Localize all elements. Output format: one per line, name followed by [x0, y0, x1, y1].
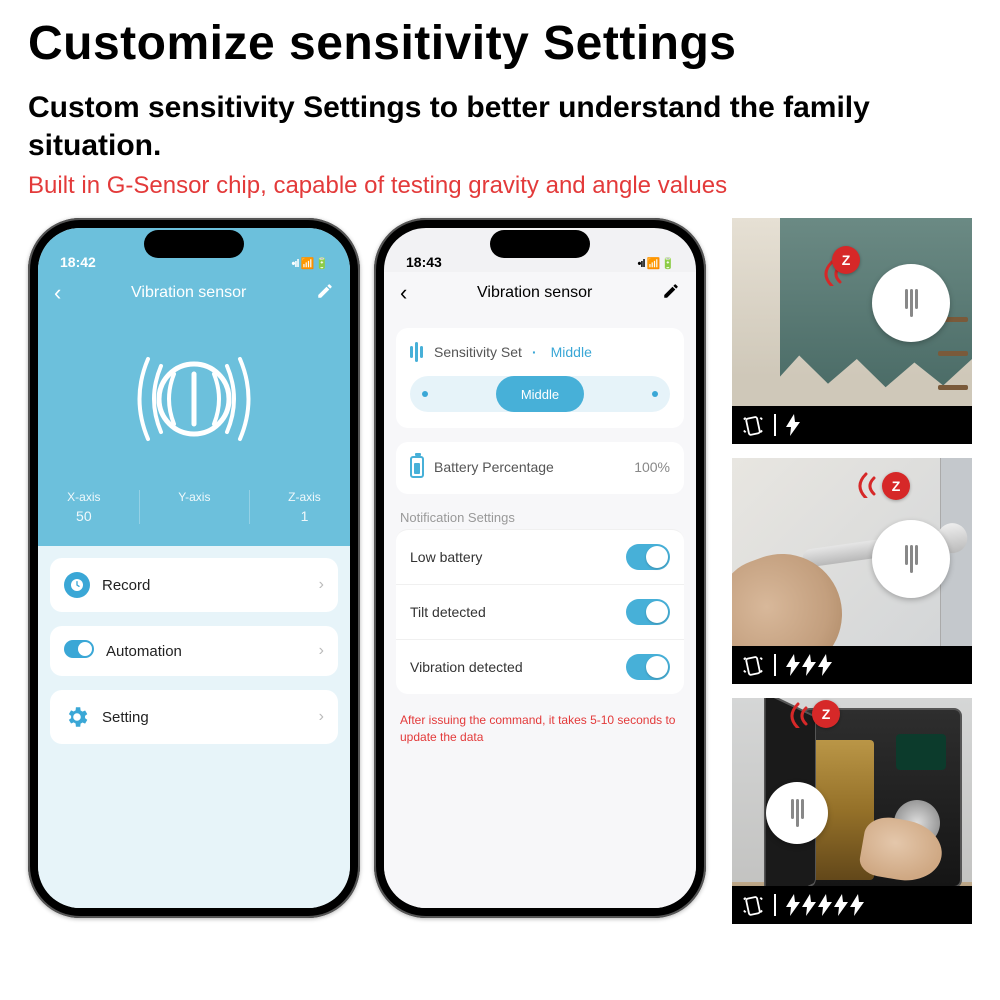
vibration-label: Vibration detected [410, 659, 523, 675]
signal-waves-icon [844, 468, 884, 498]
scene-curtain: Z [732, 218, 972, 444]
scene-door: Z [732, 458, 972, 684]
dynamic-island [490, 230, 590, 258]
automation-row[interactable]: Automation › [50, 626, 338, 676]
status-time: 18:42 [60, 254, 120, 270]
setting-label: Setting [102, 709, 149, 726]
vibration-bars-icon [905, 545, 918, 573]
bolt-icon [802, 654, 816, 676]
phone-settings: 18:43 •ıl 📶 🔋 ‹ Vibration sensor [374, 218, 706, 918]
battery-value: 100% [634, 459, 670, 475]
feature-redline: Built in G-Sensor chip, capable of testi… [28, 172, 972, 200]
vibration-bars-icon [905, 289, 918, 317]
x-axis-label: X-axis [67, 490, 100, 504]
tilt-row[interactable]: Tilt detected [396, 584, 684, 639]
bolt-icon [786, 654, 800, 676]
automation-label: Automation [106, 643, 182, 660]
edit-button[interactable] [316, 282, 334, 305]
back-button[interactable]: ‹ [400, 280, 407, 306]
slider-thumb[interactable]: Middle [496, 376, 584, 412]
battery-card: Battery Percentage 100% [396, 442, 684, 494]
x-axis-value: 50 [76, 508, 92, 524]
edit-button[interactable] [662, 282, 680, 305]
shake-icon [742, 652, 764, 678]
bolt-icon [818, 894, 832, 916]
screen-title: Vibration sensor [131, 284, 246, 302]
sensitivity-value: Middle [551, 344, 592, 360]
bolt-icon [786, 414, 800, 436]
record-label: Record [102, 577, 150, 594]
status-icons: •ıl 📶 🔋 [614, 257, 674, 270]
shake-icon [742, 412, 764, 438]
bolt-icon [802, 894, 816, 916]
setting-row[interactable]: Setting › [50, 690, 338, 744]
low-battery-label: Low battery [410, 549, 482, 565]
back-button[interactable]: ‹ [54, 280, 61, 306]
chevron-right-icon: › [319, 576, 324, 594]
shake-icon [742, 892, 764, 918]
sensor-device [872, 520, 950, 598]
vibration-toggle[interactable] [626, 654, 670, 680]
screen-title: Vibration sensor [477, 284, 592, 302]
zigbee-badge: Z [812, 700, 840, 728]
zigbee-badge: Z [882, 472, 910, 500]
scene-safe: Z [732, 698, 972, 924]
record-row[interactable]: Record › [50, 558, 338, 612]
page-title: Customize sensitivity Settings [28, 16, 972, 71]
notification-section-title: Notification Settings [400, 510, 680, 525]
clock-icon [64, 572, 90, 598]
axes-readout: X-axis 50 Y-axis Z-axis 1 [38, 484, 350, 528]
intensity-bar [732, 406, 972, 444]
tilt-toggle[interactable] [626, 599, 670, 625]
status-icons: •ıl 📶 🔋 [268, 257, 328, 270]
page-subtitle: Custom sensitivity Settings to better un… [28, 89, 972, 164]
intensity-bar [732, 646, 972, 684]
bolt-icon [834, 894, 848, 916]
z-axis-value: 1 [301, 508, 309, 524]
low-battery-toggle[interactable] [626, 544, 670, 570]
toggle-icon [64, 640, 94, 662]
sensitivity-card: Sensitivity Set · Middle Middle [396, 328, 684, 428]
intensity-bar [732, 886, 972, 924]
status-time: 18:43 [406, 254, 466, 270]
gear-icon [64, 704, 90, 730]
low-battery-row[interactable]: Low battery [396, 529, 684, 584]
zigbee-badge: Z [832, 246, 860, 274]
chevron-right-icon: › [319, 708, 324, 726]
phone-dashboard: 18:42 •ıl 📶 🔋 ‹ Vibration sensor [28, 218, 360, 918]
battery-icon [410, 456, 424, 478]
tilt-label: Tilt detected [410, 604, 486, 620]
sensor-device [872, 264, 950, 342]
sensitivity-icon [410, 342, 424, 362]
sensitivity-label: Sensitivity Set [434, 344, 522, 360]
dynamic-island [144, 230, 244, 258]
bolt-icon [786, 894, 800, 916]
vibration-hero-icon [38, 314, 350, 484]
battery-label: Battery Percentage [434, 459, 554, 475]
vibration-bars-icon [791, 799, 804, 827]
sensitivity-slider[interactable]: Middle [410, 376, 670, 412]
y-axis-label: Y-axis [178, 490, 210, 504]
sensor-device [766, 782, 828, 844]
bolt-icon [818, 654, 832, 676]
chevron-right-icon: › [319, 642, 324, 660]
update-note: After issuing the command, it takes 5-10… [400, 712, 680, 746]
vibration-row[interactable]: Vibration detected [396, 639, 684, 694]
z-axis-label: Z-axis [288, 490, 321, 504]
signal-waves-icon [778, 702, 814, 728]
bolt-icon [850, 894, 864, 916]
